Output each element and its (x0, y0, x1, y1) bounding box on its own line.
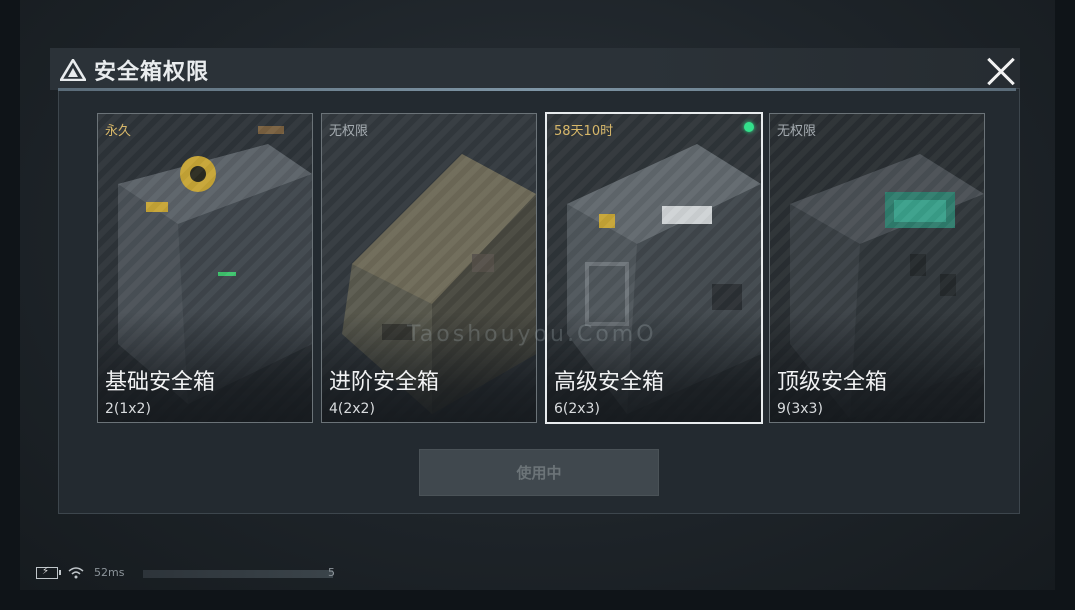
card-capacity: 6(2x3) (554, 401, 600, 417)
header-divider (58, 88, 1016, 91)
card-capacity: 2(1x2) (105, 401, 151, 417)
system-status-bar: ⚡ 52ms (36, 566, 124, 579)
card-name: 顶级安全箱 (777, 370, 888, 395)
dialog-title: 安全箱权限 (94, 60, 210, 85)
card-name: 基础安全箱 (105, 370, 216, 395)
active-indicator-icon (744, 122, 754, 132)
wifi-icon (68, 566, 84, 578)
loading-bar (143, 570, 333, 578)
in-use-button[interactable]: 使用中 (419, 449, 659, 496)
ping-value: 52ms (94, 566, 125, 579)
card-capacity: 4(2x2) (329, 401, 375, 417)
battery-icon: ⚡ (36, 566, 61, 579)
dialog-title-group: 安全箱权限 (60, 54, 209, 86)
triangle-logo-icon (60, 59, 86, 81)
safe-box-card-top[interactable]: 无权限 顶级安全箱 9(3x3) (769, 113, 985, 423)
safe-box-card-premium[interactable]: 58天10时 高级安全箱 6(2x3) (545, 112, 763, 424)
card-status: 无权限 (777, 124, 817, 139)
safe-box-card-basic[interactable]: 永久 基础安全箱 2(1x2) (97, 113, 313, 423)
safe-box-card-advanced[interactable]: 无权限 进阶安全箱 4(2x2) (321, 113, 537, 423)
card-status: 无权限 (329, 124, 369, 139)
card-status: 永久 (105, 124, 132, 139)
card-capacity: 9(3x3) (777, 401, 823, 417)
card-status: 58天10时 (554, 124, 614, 139)
card-name: 进阶安全箱 (329, 370, 440, 395)
card-name: 高级安全箱 (554, 370, 665, 395)
close-icon[interactable] (985, 56, 1017, 88)
watermark: Taoshouyou.ComO (407, 322, 657, 347)
loading-value: 5 (328, 566, 335, 579)
